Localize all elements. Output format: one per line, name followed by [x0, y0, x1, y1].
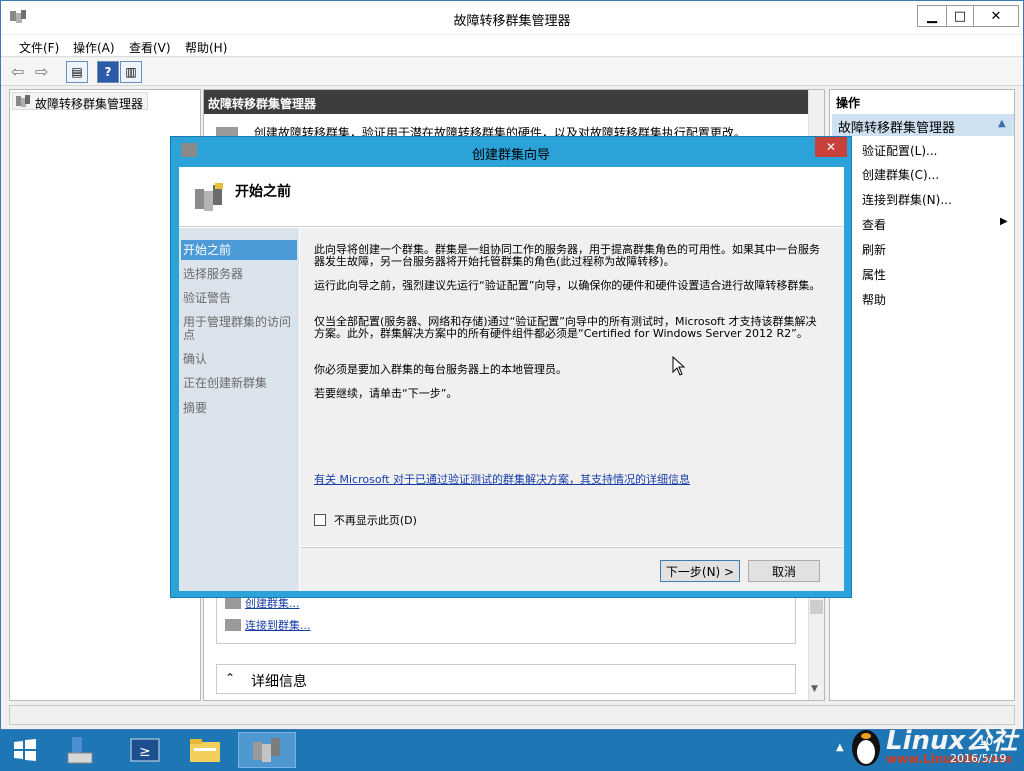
action-connect[interactable]: 连接到群集(N)...	[862, 191, 952, 208]
action-validate[interactable]: 验证配置(L)...	[862, 142, 938, 159]
intro-paragraph-5: 若要继续，请单击“下一步”。	[314, 387, 458, 400]
cancel-button[interactable]: 取消	[748, 560, 820, 582]
tree-root-item[interactable]: 故障转移群集管理器	[12, 92, 148, 111]
nav-summary[interactable]: 摘要	[183, 402, 297, 415]
forward-arrow-icon[interactable]: ⇨	[35, 62, 48, 81]
close-button[interactable]: ✕	[973, 5, 1019, 27]
intro-paragraph-4: 你必须是要加入群集的每台服务器上的本地管理员。	[314, 363, 567, 376]
action-pane-icon[interactable]: ▥	[120, 61, 142, 83]
center-header: 故障转移群集管理器	[204, 90, 808, 114]
dialog-heading: 开始之前	[235, 184, 291, 200]
action-create-cluster[interactable]: 创建群集(C)...	[862, 166, 939, 183]
scroll-thumb[interactable]	[810, 600, 823, 614]
create-cluster-icon	[225, 597, 241, 609]
details-section[interactable]: ⌃ 详细信息	[216, 664, 796, 694]
nav-validation-warning[interactable]: 验证警告	[183, 292, 297, 305]
clock-time[interactable]: 10	[978, 734, 993, 748]
actions-section-label: 故障转移群集管理器	[838, 121, 956, 136]
action-properties[interactable]: 属性	[862, 266, 886, 283]
menu-view[interactable]: 查看(V)	[129, 39, 171, 56]
support-info-link[interactable]: 有关 Microsoft 对于已通过验证测试的群集解决方案，其支持情况的详细信息	[314, 474, 824, 486]
taskbar: ≥ ▲ Linux公社 www.Linuxidc.com 10 2016/5/1…	[0, 726, 1024, 770]
maximize-button[interactable]: □	[946, 5, 974, 27]
tree-root-label: 故障转移群集管理器	[35, 97, 144, 111]
windows-logo-icon	[14, 739, 36, 761]
wizard-content: 此向导将创建一个群集。群集是一组协同工作的服务器，用于提高群集角色的可用性。如果…	[300, 228, 844, 546]
menu-help[interactable]: 帮助(H)	[185, 39, 227, 56]
details-label: 详细信息	[251, 674, 307, 690]
taskbar-powershell[interactable]: ≥	[116, 732, 174, 768]
collapse-up-icon[interactable]: ▲	[998, 118, 1006, 129]
scroll-down-arrow-icon[interactable]: ▼	[811, 684, 818, 694]
wizard-nav: 开始之前 选择服务器 验证警告 用于管理群集的访问点 确认 正在创建新群集 摘要	[179, 228, 299, 591]
mouse-cursor-icon	[672, 355, 686, 379]
menu-bar: 文件(F) 操作(A) 查看(V) 帮助(H)	[1, 35, 1023, 57]
taskbar-server-manager[interactable]	[52, 732, 110, 768]
dialog-header: 开始之前	[179, 167, 844, 227]
menu-file[interactable]: 文件(F)	[19, 39, 59, 56]
nav-creating[interactable]: 正在创建新群集	[183, 377, 297, 390]
console-tree-icon[interactable]: ▤	[66, 61, 88, 83]
nav-access-point[interactable]: 用于管理群集的访问点	[183, 316, 297, 342]
tray-arrow-icon[interactable]: ▲	[836, 742, 844, 753]
back-arrow-icon[interactable]: ⇦	[11, 62, 24, 81]
intro-paragraph-1: 此向导将创建一个群集。群集是一组协同工作的服务器，用于提高群集角色的可用性。如果…	[314, 243, 820, 268]
titlebar[interactable]: 故障转移群集管理器 ▁ □ ✕	[1, 1, 1023, 34]
dont-show-label: 不再显示此页(D)	[333, 514, 417, 527]
nav-select-servers[interactable]: 选择服务器	[183, 268, 297, 281]
cluster-manager-task-icon	[253, 738, 280, 762]
penguin-logo-icon	[848, 722, 884, 771]
dialog-titlebar[interactable]: 创建群集向导 ✕	[171, 137, 851, 165]
actions-title: 操作	[836, 96, 861, 110]
window-title: 故障转移群集管理器	[453, 14, 571, 29]
taskbar-cluster-manager[interactable]	[238, 732, 296, 768]
action-help[interactable]: 帮助	[862, 291, 886, 308]
nav-before-you-begin[interactable]: 开始之前	[183, 244, 297, 257]
cluster-manager-icon	[15, 94, 31, 111]
toolbar: ⇦ ⇨ ▤ ? ▥	[1, 58, 1023, 86]
submenu-arrow-icon: ▶	[1000, 216, 1008, 227]
server-manager-icon	[67, 737, 93, 764]
actions-pane: 操作 故障转移群集管理器 ▲ 验证配置(L)... 创建群集(C)... 连接到…	[829, 89, 1015, 701]
dont-show-checkbox-row[interactable]: 不再显示此页(D)	[314, 512, 417, 528]
next-button[interactable]: 下一步(N) >	[660, 560, 740, 582]
servers-icon	[193, 181, 225, 216]
connect-cluster-link[interactable]: 连接到群集...	[245, 617, 311, 633]
powershell-icon: ≥	[130, 738, 160, 762]
wizard-footer: 下一步(N) > 取消	[300, 547, 844, 591]
intro-paragraph-2: 运行此向导之前，强烈建议先运行“验证配置”向导，以确保你的硬件和硬件设置适合进行…	[314, 279, 821, 292]
create-cluster-wizard: 创建群集向导 ✕ 开始之前 开始之前 选择服务器 验证警告 用于管理群集的访问点…	[170, 136, 852, 598]
dialog-title: 创建群集向导	[471, 148, 550, 163]
svg-text:≥: ≥	[139, 744, 151, 760]
collapse-chevron-icon[interactable]: ⌃	[225, 671, 235, 685]
dialog-close-button[interactable]: ✕	[815, 137, 847, 157]
connect-cluster-icon	[225, 619, 241, 631]
clock-date[interactable]: 2016/5/19	[950, 752, 1006, 765]
help-icon[interactable]: ?	[97, 61, 119, 83]
dialog-body: 开始之前 开始之前 选择服务器 验证警告 用于管理群集的访问点 确认 正在创建新…	[179, 167, 844, 591]
dont-show-checkbox[interactable]	[314, 514, 326, 526]
taskbar-explorer[interactable]	[176, 732, 234, 768]
actions-section-header[interactable]: 故障转移群集管理器 ▲	[832, 114, 1014, 136]
folder-icon	[190, 739, 220, 762]
action-refresh[interactable]: 刷新	[862, 241, 886, 258]
nav-confirm[interactable]: 确认	[183, 353, 297, 366]
action-view[interactable]: 查看	[862, 216, 886, 233]
intro-paragraph-3: 仅当全部配置(服务器、网络和存储)通过“验证配置”向导中的所有测试时，Micro…	[314, 315, 817, 340]
start-button[interactable]	[0, 732, 50, 768]
menu-action[interactable]: 操作(A)	[73, 39, 115, 56]
minimize-button[interactable]: ▁	[917, 5, 947, 27]
